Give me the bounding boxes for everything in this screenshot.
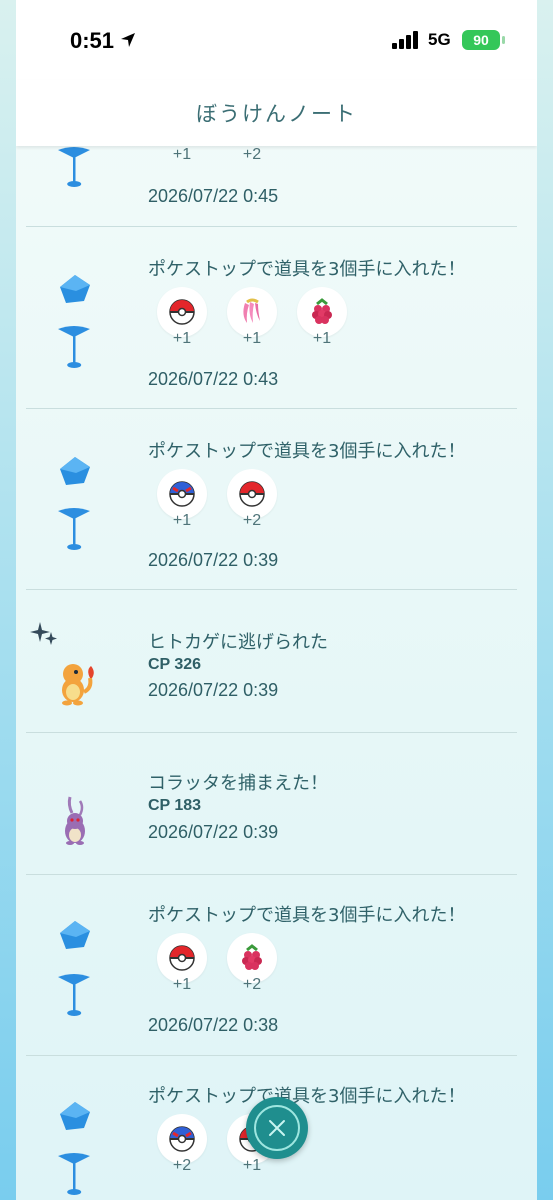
battery-nub (502, 36, 505, 44)
journal-entry[interactable]: ヒトカゲに逃げられた CP 326 2026/07/22 0:39 (16, 590, 537, 732)
entry-date: 2026/07/22 0:39 (148, 822, 279, 842)
right-frame (537, 0, 553, 1200)
reward-item: +2 (157, 1114, 207, 1184)
journal-entry[interactable]: ポケストップで道具を3個手に入れた！ +1 (16, 227, 537, 408)
entry-title: ポケストップで道具を3個手に入れた！ (148, 441, 466, 462)
great-ball-icon (169, 1126, 195, 1152)
pokestop-pole-icon (58, 508, 90, 550)
network-type: 5G (428, 30, 451, 49)
battery-icon: 90 (462, 30, 500, 50)
battery-level: 90 (473, 32, 489, 48)
entry-date: 2026/07/22 0:43 (148, 369, 279, 389)
item-count: +1 (242, 1157, 262, 1174)
pokestop-cube-icon (60, 457, 90, 485)
page-title: ぼうけんノート (196, 102, 357, 126)
entry-title: ポケストップで道具を3個手に入れた！ (148, 905, 466, 926)
close-button[interactable] (246, 1097, 308, 1159)
reward-item: +1 (157, 933, 207, 1003)
location-arrow-icon (121, 33, 135, 47)
item-count: +1 (312, 330, 332, 347)
item-count: +2 (242, 146, 262, 163)
pokestop-cube-icon (60, 1102, 90, 1130)
pokestop-pole-icon (58, 974, 90, 1016)
journal-entry[interactable]: コラッタを捕まえた！ CP 183 2026/07/22 0:39 (16, 733, 537, 874)
left-frame (0, 0, 16, 1200)
item-count: +2 (242, 512, 262, 529)
item-count: +2 (172, 1157, 192, 1174)
pokestop-pole-icon (58, 147, 90, 187)
reward-item: +2 (227, 469, 277, 539)
poke-ball-icon (239, 481, 265, 507)
status-time: 0:51 (70, 28, 115, 53)
entry-cp: CP 326 (148, 656, 202, 673)
poke-ball-icon (169, 945, 195, 971)
journal-entry[interactable]: ポケストップで道具を3個手に入れた！ +1 (16, 409, 537, 589)
entry-title: ポケストップで道具を3個手に入れた！ (148, 259, 466, 280)
entry-date: 2026/07/22 0:39 (148, 550, 279, 570)
reward-item: +2 (227, 933, 277, 1003)
pokestop-cube-icon (60, 275, 90, 303)
entry-date: 2026/07/22 0:45 (148, 186, 279, 206)
entry-date: 2026/07/22 0:39 (148, 680, 279, 700)
great-ball-icon (169, 481, 195, 507)
item-count: +1 (172, 976, 192, 993)
reward-item: +1 (227, 287, 277, 357)
item-count: +2 (242, 976, 262, 993)
journal-list[interactable]: +1 +2 2026/07/22 0:45 ポケストップで道具を3個手に入れた！ (16, 146, 537, 1200)
item-count: +1 (172, 512, 192, 529)
nanab-berry-icon (243, 298, 260, 323)
journal-panel: 0:51 5G 90 ぼうけんノート +1 +2 2026/07/22 0:45… (16, 0, 537, 1200)
shiny-sparkle-icon (30, 622, 57, 645)
item-count: +1 (242, 330, 262, 347)
close-icon (269, 1120, 285, 1136)
journal-entry[interactable]: +1 +2 2026/07/22 0:45 (16, 146, 537, 226)
entry-title: ポケストップで道具を3個手に入れた！ (148, 1086, 466, 1107)
item-count: +1 (172, 330, 192, 347)
rattata-icon (65, 796, 85, 845)
journal-entry[interactable]: ポケストップで道具を3個手に入れた！ +1 (16, 875, 537, 1055)
status-bar: 0:51 5G 90 (16, 0, 537, 80)
entry-date: 2026/07/22 0:38 (148, 1015, 279, 1035)
poke-ball-icon (169, 299, 195, 325)
reward-item: +1 (297, 287, 347, 357)
cellular-signal-icon (392, 31, 418, 49)
reward-item: +1 (157, 287, 207, 357)
reward-item: +1 (157, 469, 207, 539)
pokestop-cube-icon (60, 921, 90, 949)
entry-cp: CP 183 (148, 797, 202, 814)
entry-title: ヒトカゲに逃げられた (148, 632, 328, 653)
close-button-ring (254, 1105, 300, 1151)
entry-title: コラッタを捕まえた！ (148, 773, 328, 794)
charmander-icon (62, 664, 94, 706)
pokestop-pole-icon (58, 1153, 90, 1195)
razz-berry-icon (312, 298, 332, 324)
razz-berry-icon (242, 944, 262, 970)
journal-header: ぼうけんノート (16, 80, 537, 146)
item-count: +1 (172, 146, 192, 163)
pokestop-pole-icon (58, 326, 90, 368)
